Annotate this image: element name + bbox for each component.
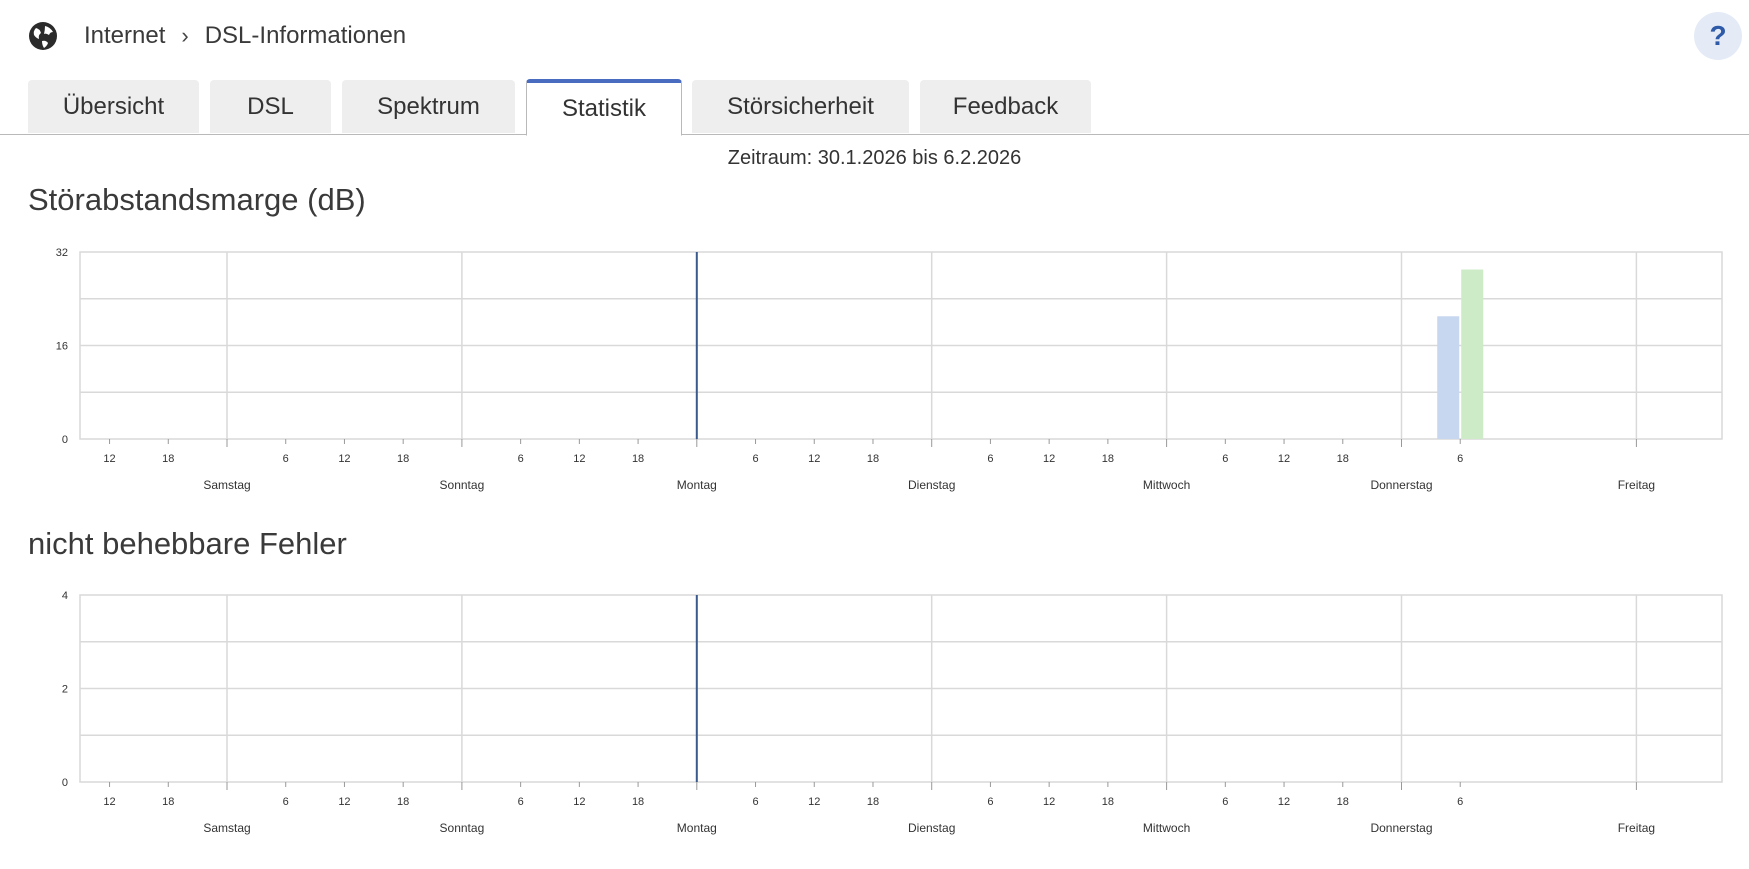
x-hour-label: 12: [573, 453, 585, 465]
y-tick-label: 4: [62, 590, 68, 602]
period-label: Zeitraum: 30.1.2026 bis 6.2.2026: [727, 147, 1022, 169]
x-hour-label: 6: [987, 453, 993, 465]
x-hour-label: 12: [103, 453, 115, 465]
x-hour-label: 12: [1043, 453, 1055, 465]
x-hour-label: 12: [338, 796, 350, 808]
x-hour-label: 18: [867, 796, 879, 808]
x-hour-label: 18: [632, 453, 644, 465]
x-day-label: Donnerstag: [1370, 821, 1432, 835]
tab-feedback[interactable]: Feedback: [920, 80, 1091, 133]
tab-bar: Übersicht DSL Spektrum Statistik Störsic…: [0, 79, 1749, 136]
x-hour-label: 18: [632, 796, 644, 808]
x-hour-label: 6: [1222, 453, 1228, 465]
x-day-label: Freitag: [1618, 478, 1655, 492]
x-day-label: Mittwoch: [1143, 821, 1190, 835]
x-day-label: Mittwoch: [1143, 478, 1190, 492]
x-day-label: Sonntag: [440, 821, 485, 835]
x-day-label: Montag: [677, 478, 717, 492]
breadcrumb: Internet › DSL-Informationen: [28, 18, 406, 54]
x-day-label: Montag: [677, 821, 717, 835]
x-hour-label: 12: [573, 796, 585, 808]
x-hour-label: 12: [808, 453, 820, 465]
bar-series-2: [1461, 269, 1484, 439]
x-hour-label: 12: [103, 796, 115, 808]
tab-uebersicht[interactable]: Übersicht: [28, 80, 199, 133]
breadcrumb-dsl-informationen: DSL-Informationen: [204, 22, 407, 49]
x-day-label: Freitag: [1618, 821, 1655, 835]
x-hour-label: 6: [518, 453, 524, 465]
x-day-label: Donnerstag: [1370, 478, 1432, 492]
x-hour-label: 18: [397, 796, 409, 808]
x-hour-label: 18: [867, 453, 879, 465]
x-hour-label: 12: [808, 796, 820, 808]
x-hour-label: 12: [338, 453, 350, 465]
x-hour-label: 18: [1102, 453, 1114, 465]
x-day-label: Sonntag: [440, 478, 485, 492]
tab-stoersicherheit[interactable]: Störsicherheit: [692, 80, 909, 133]
tab-dsl[interactable]: DSL: [210, 80, 331, 133]
x-hour-label: 6: [1457, 796, 1463, 808]
x-hour-label: 6: [283, 453, 289, 465]
x-day-label: Samstag: [203, 478, 250, 492]
x-hour-label: 18: [1337, 453, 1349, 465]
x-day-label: Dienstag: [908, 478, 955, 492]
tab-statistik[interactable]: Statistik: [526, 79, 682, 136]
x-hour-label: 6: [1457, 453, 1463, 465]
chart-title-errors: nicht behebbare Fehler: [28, 526, 347, 561]
x-hour-label: 12: [1278, 796, 1290, 808]
y-tick-label: 16: [56, 341, 68, 353]
y-tick-label: 0: [62, 777, 68, 789]
x-hour-label: 12: [1278, 453, 1290, 465]
x-hour-label: 18: [1337, 796, 1349, 808]
x-hour-label: 18: [162, 453, 174, 465]
chevron-right-icon: ›: [181, 23, 189, 48]
breadcrumb-internet[interactable]: Internet: [84, 22, 165, 50]
y-tick-label: 2: [62, 684, 68, 696]
x-day-label: Samstag: [203, 821, 250, 835]
x-hour-label: 18: [1102, 796, 1114, 808]
y-tick-label: 32: [56, 247, 68, 259]
help-button[interactable]: ?: [1694, 12, 1742, 60]
x-hour-label: 6: [752, 796, 758, 808]
x-hour-label: 6: [752, 453, 758, 465]
bar-series-1: [1437, 316, 1460, 439]
x-hour-label: 18: [162, 796, 174, 808]
x-hour-label: 6: [518, 796, 524, 808]
tab-spektrum[interactable]: Spektrum: [342, 80, 515, 133]
globe-icon: [29, 22, 57, 50]
uncorrectable-errors-chart: 0 2 4 12 18 6 12 18 6 12 18 6 12 18 6 12 18 6 12 18 6 Samstag…: [62, 590, 1723, 835]
x-hour-label: 6: [1222, 796, 1228, 808]
x-hour-label: 6: [283, 796, 289, 808]
x-hour-label: 18: [397, 453, 409, 465]
y-tick-label: 0: [62, 434, 68, 446]
chart-title-snr: Störabstandsmarge (dB): [28, 182, 366, 217]
snr-margin-chart: 0 16 32 12 18 6 12 18 6 12 18 6 12 18 6 12 18 6 12 18 6 Samst…: [56, 247, 1723, 492]
x-hour-label: 6: [987, 796, 993, 808]
x-day-label: Dienstag: [908, 821, 955, 835]
x-hour-label: 12: [1043, 796, 1055, 808]
